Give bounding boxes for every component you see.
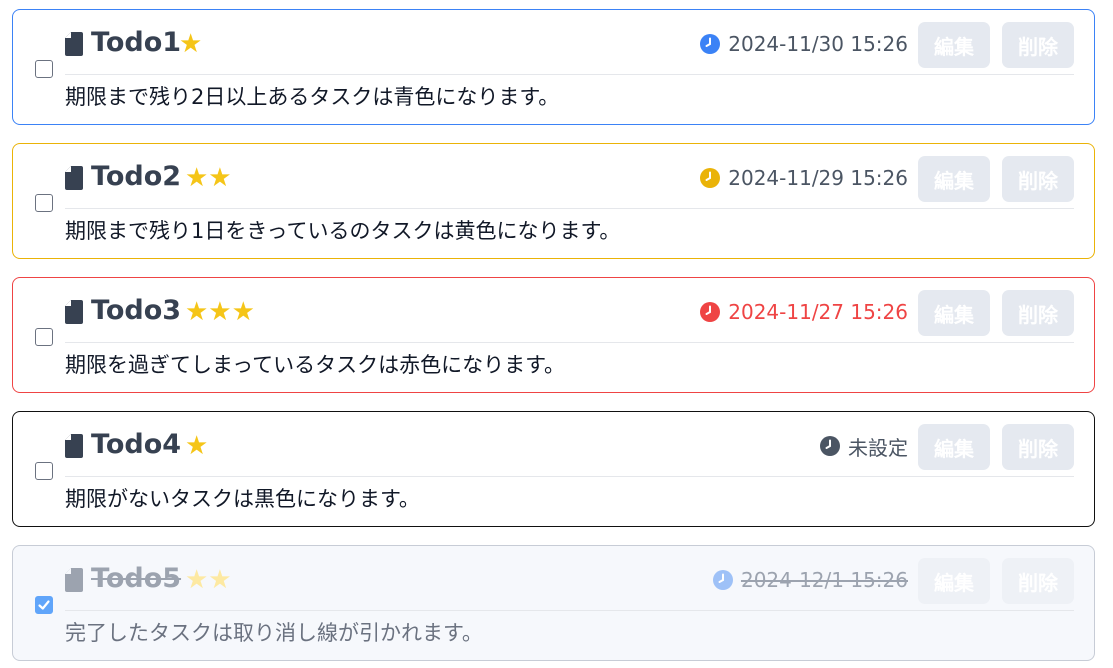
todo-card: Todo4 ★ 未設定 編集 削除 期限がないタスクは黒色になります。 (12, 411, 1095, 527)
clock-icon (712, 570, 733, 590)
complete-checkbox[interactable] (35, 328, 53, 346)
todo-title[interactable]: Todo5 (91, 562, 181, 596)
delete-button[interactable]: 削除 (1002, 290, 1074, 336)
edit-button[interactable]: 編集 (918, 424, 990, 470)
due-date-text: 2024-11/30 15:26 (728, 32, 908, 56)
due-date-text: 2024-12/1 15:26 (740, 568, 908, 592)
file-icon (65, 300, 83, 324)
clock-icon (820, 436, 840, 456)
due-date: 2024-12/1 15:26 (712, 568, 908, 592)
complete-checkbox[interactable] (35, 596, 53, 614)
complete-checkbox[interactable] (35, 60, 53, 78)
todo-title[interactable]: Todo4 (91, 428, 181, 462)
priority-stars: ★★ (185, 565, 232, 595)
todo-description: 期限を過ぎてしまっているタスクは赤色になります。 (65, 353, 566, 377)
clock-icon (700, 168, 721, 188)
todo-card: Todo2 ★★ 2024-11/29 15:26 編集 削除 期限まで残り1日… (12, 143, 1095, 259)
todo-card: Todo3 ★★★ 2024-11/27 15:26 編集 削除 期限を過ぎてし… (12, 277, 1095, 393)
complete-checkbox[interactable] (35, 194, 53, 212)
checkmark-icon (38, 600, 50, 610)
priority-stars: ★★★ (185, 297, 255, 327)
due-date: 2024-11/29 15:26 (700, 166, 908, 190)
todo-list: Todo1 ★ 2024-11/30 15:26 編集 削除 期限まで残り2日以… (0, 0, 1113, 668)
clock-icon (700, 34, 721, 54)
edit-button[interactable]: 編集 (918, 22, 990, 68)
priority-stars: ★★ (185, 163, 232, 193)
due-date-text: 2024-11/27 15:26 (728, 300, 908, 324)
file-icon (65, 32, 83, 56)
delete-button[interactable]: 削除 (1002, 156, 1074, 202)
due-date-text: 未設定 (848, 435, 908, 460)
divider (65, 208, 1074, 209)
delete-button[interactable]: 削除 (1002, 424, 1074, 470)
edit-button[interactable]: 編集 (918, 156, 990, 202)
delete-button[interactable]: 削除 (1002, 22, 1074, 68)
edit-button[interactable]: 編集 (918, 558, 990, 604)
file-icon (65, 166, 83, 190)
todo-description: 期限がないタスクは黒色になります。 (65, 487, 420, 511)
todo-card: Todo5 ★★ 2024-12/1 15:26 編集 削除 完了したタスクは取… (12, 545, 1095, 661)
priority-stars: ★ (179, 29, 203, 59)
clock-icon (700, 302, 721, 322)
due-date: 2024-11/27 15:26 (700, 300, 908, 324)
todo-description: 期限まで残り1日をきっているのタスクは黄色になります。 (65, 219, 621, 243)
divider (65, 342, 1074, 343)
due-date-text: 2024-11/29 15:26 (728, 166, 908, 190)
todo-title[interactable]: Todo1 (91, 26, 181, 60)
todo-title[interactable]: Todo3 (91, 294, 181, 328)
divider (65, 610, 1074, 611)
due-date: 2024-11/30 15:26 (700, 32, 908, 56)
todo-title[interactable]: Todo2 (91, 160, 181, 194)
due-date: 未設定 (820, 434, 908, 460)
todo-description: 期限まで残り2日以上あるタスクは青色になります。 (65, 85, 560, 109)
delete-button[interactable]: 削除 (1002, 558, 1074, 604)
file-icon (65, 568, 83, 592)
divider (65, 74, 1074, 75)
edit-button[interactable]: 編集 (918, 290, 990, 336)
divider (65, 476, 1074, 477)
complete-checkbox[interactable] (35, 462, 53, 480)
todo-description: 完了したタスクは取り消し線が引かれます。 (65, 621, 483, 645)
priority-stars: ★ (185, 431, 209, 461)
file-icon (65, 434, 83, 458)
todo-card: Todo1 ★ 2024-11/30 15:26 編集 削除 期限まで残り2日以… (12, 9, 1095, 125)
